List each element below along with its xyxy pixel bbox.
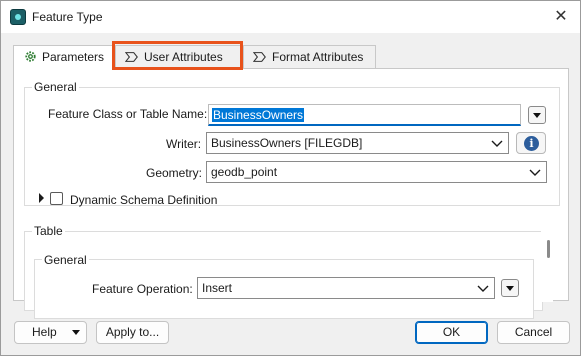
info-icon: i <box>524 136 539 151</box>
tab-format-attributes-label: Format Attributes <box>272 50 364 64</box>
triangle-down-icon <box>506 286 514 291</box>
attribute-tag-icon <box>124 46 140 68</box>
geometry-value: geodb_point <box>211 165 278 179</box>
tab-strip: Parameters User Attributes Format Attrib… <box>13 45 569 70</box>
dynamic-schema-label: Dynamic Schema Definition <box>70 193 218 207</box>
caret-down-icon <box>72 330 80 335</box>
ok-button-label: OK <box>442 325 461 339</box>
tab-user-attributes[interactable]: User Attributes <box>115 45 241 69</box>
help-button[interactable]: Help <box>14 321 87 344</box>
apply-to-button-label: Apply to... <box>105 325 160 339</box>
apply-to-button[interactable]: Apply to... <box>96 321 169 344</box>
title-bar: Feature Type ✕ <box>1 1 580 33</box>
feature-operation-value: Insert <box>202 281 233 295</box>
attribute-tag-icon <box>252 46 268 68</box>
window-title: Feature Type <box>32 10 103 24</box>
writer-value: BusinessOwners [FILEGDB] <box>211 136 363 150</box>
vertical-scrollbar[interactable] <box>541 226 553 302</box>
writer-label: Writer: <box>166 137 202 151</box>
chevron-down-icon <box>529 169 541 176</box>
ok-button[interactable]: OK <box>415 321 488 344</box>
feature-operation-select[interactable]: Insert <box>197 277 495 299</box>
geometry-select[interactable]: geodb_point <box>206 161 547 183</box>
feature-class-value: BusinessOwners <box>212 108 305 122</box>
chevron-down-icon <box>491 140 503 147</box>
feature-operation-dropdown-button[interactable] <box>501 279 519 297</box>
feature-class-input[interactable]: BusinessOwners <box>208 104 521 126</box>
scrollbar-thumb[interactable] <box>547 240 550 258</box>
dynamic-schema-checkbox[interactable] <box>50 192 63 205</box>
fme-app-icon <box>10 9 26 25</box>
table-general-title: General <box>42 253 89 267</box>
help-button-label: Help <box>32 325 57 339</box>
writer-select[interactable]: BusinessOwners [FILEGDB] <box>206 132 509 154</box>
gear-icon <box>22 46 38 68</box>
feature-operation-label: Feature Operation: <box>92 282 193 296</box>
table-group-title: Table <box>32 224 65 238</box>
close-icon[interactable]: ✕ <box>550 6 572 28</box>
chevron-down-icon <box>477 285 489 292</box>
general-group-title: General <box>32 80 79 94</box>
feature-type-dialog: Feature Type ✕ Parameters User Attribute… <box>0 0 581 356</box>
feature-class-dropdown-button[interactable] <box>528 106 546 124</box>
tab-parameters[interactable]: Parameters <box>13 45 113 70</box>
feature-class-label: Feature Class or Table Name: <box>48 107 208 121</box>
writer-info-button[interactable]: i <box>516 132 546 154</box>
cancel-button[interactable]: Cancel <box>497 321 570 344</box>
tab-format-attributes[interactable]: Format Attributes <box>243 45 376 69</box>
cancel-button-label: Cancel <box>514 325 553 339</box>
tab-parameters-label: Parameters <box>42 50 105 64</box>
parameters-panel: General Feature Class or Table Name: Bus… <box>13 68 569 319</box>
geometry-label: Geometry: <box>146 166 203 180</box>
expand-triangle-icon[interactable] <box>39 193 44 203</box>
triangle-down-icon <box>533 113 541 118</box>
tab-user-attributes-label: User Attributes <box>144 50 223 64</box>
